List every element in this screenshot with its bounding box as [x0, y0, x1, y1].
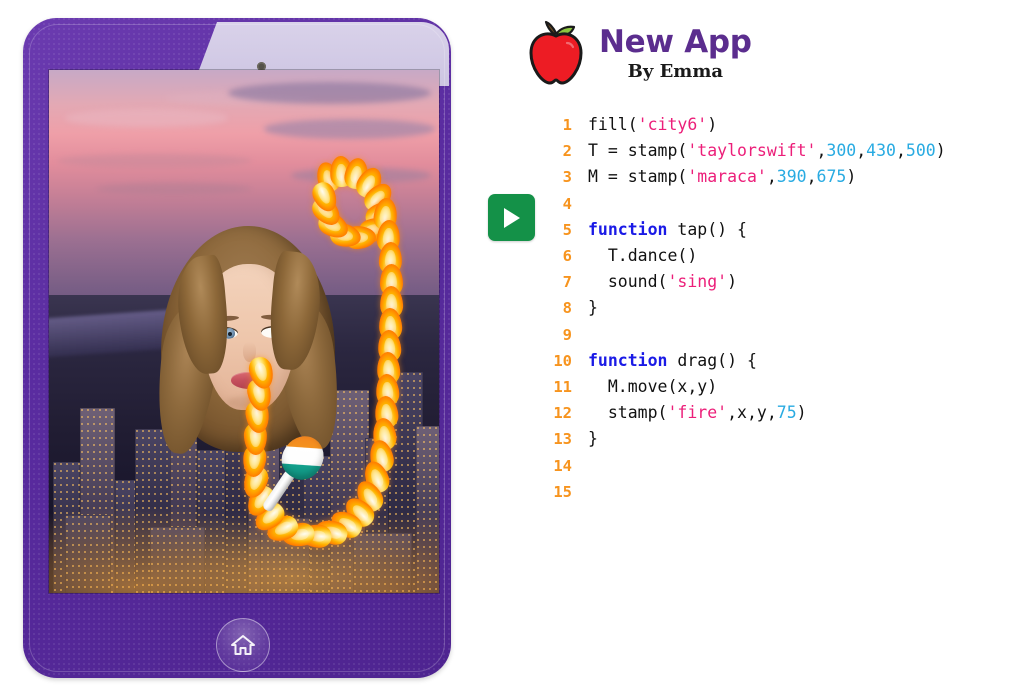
line-number: 6 [562, 247, 572, 266]
line-number: 3 [562, 168, 572, 187]
code-line[interactable]: 3M = stamp('maraca',390,675) [542, 164, 1002, 190]
code-token: function [588, 219, 668, 239]
code-token: M = stamp( [588, 167, 688, 187]
code-line[interactable]: 5 function tap() { [542, 217, 1002, 243]
code-token: 'taylorswift' [687, 141, 817, 161]
app-canvas[interactable] [49, 70, 439, 593]
play-triangle-icon [503, 207, 520, 228]
code-line-text: stamp('fire',x,y,75) [588, 400, 807, 425]
code-line[interactable]: 1 fill('city6') [542, 112, 1002, 138]
code-token: ) [727, 272, 738, 292]
code-token: sound( [588, 272, 668, 292]
code-line[interactable]: 9 [542, 322, 1002, 348]
code-token: , [856, 141, 867, 161]
apple-icon [529, 20, 583, 85]
line-number: 11 [553, 378, 572, 397]
code-token: , [766, 167, 777, 187]
code-token: function [588, 350, 668, 370]
line-number: 2 [562, 142, 572, 161]
code-token: , [895, 141, 906, 161]
tablet-device [23, 18, 451, 678]
code-token: T = stamp( [588, 141, 688, 161]
code-token: 'sing' [667, 272, 728, 292]
line-number: 1 [562, 116, 572, 134]
code-token: 675 [816, 167, 847, 187]
code-line-text: T = stamp('taylorswift',300,430,500) [588, 138, 946, 163]
code-line[interactable]: 11 M.move(x,y) [542, 374, 1002, 400]
code-token: , [816, 141, 827, 161]
home-button[interactable] [216, 618, 270, 672]
code-token: drag() { [667, 350, 757, 370]
line-number: 4 [562, 194, 572, 213]
editor-panel: New App By Emma 1 fill('city6') 2 T = stamp… [470, 0, 1014, 700]
code-line[interactable]: 8} [542, 295, 1002, 321]
code-token: T.dance() [588, 246, 698, 266]
code-token: } [588, 429, 598, 449]
code-line-text: M = stamp('maraca',390,675) [588, 164, 856, 189]
code-line[interactable]: 7 sound('sing') [542, 269, 1002, 295]
code-line[interactable]: 12 stamp('fire',x,y,75) [542, 400, 1002, 426]
app-header-text: New App By Emma [599, 20, 752, 82]
code-line-text: function drag() { [588, 348, 757, 373]
code-line-text: T.dance() [588, 243, 697, 268]
code-line-text: } [588, 295, 598, 320]
line-number: 15 [553, 482, 572, 501]
line-number: 14 [553, 456, 572, 475]
code-token: tap() { [667, 219, 747, 239]
code-editor[interactable]: 1 fill('city6') 2 T = stamp('taylorswift',3… [542, 112, 1002, 505]
code-token: 'city6' [637, 115, 708, 134]
line-number: 7 [562, 273, 572, 292]
code-line-text: M.move(x,y) [588, 374, 717, 399]
code-line[interactable]: 2T = stamp('taylorswift',300,430,500) [542, 138, 1002, 164]
code-token: ) [846, 167, 857, 187]
code-token: fill( [588, 115, 638, 134]
code-token: 'fire' [667, 403, 728, 423]
app-author: By Emma [627, 60, 724, 82]
code-line[interactable]: 4 [542, 191, 1002, 217]
code-token: ) [796, 403, 807, 423]
code-line-text: } [588, 426, 598, 451]
code-line-text: function tap() { [588, 217, 747, 242]
app-header: New App By Emma [525, 20, 752, 86]
page-title: New App [599, 24, 752, 60]
code-token: ) [935, 141, 946, 161]
house-icon [231, 635, 255, 655]
code-line[interactable]: 10 function drag() { [542, 348, 1002, 374]
run-button[interactable] [488, 194, 535, 241]
code-token: stamp( [588, 403, 668, 423]
line-number: 10 [553, 351, 572, 370]
code-token: 300 [826, 141, 857, 161]
code-token: 75 [776, 403, 797, 423]
code-line[interactable]: 13} [542, 426, 1002, 452]
code-token: 500 [905, 141, 936, 161]
code-line-text: fill('city6') [588, 112, 717, 137]
code-token: 430 [866, 141, 896, 161]
code-line[interactable]: 14 [542, 453, 1002, 479]
code-token: 'maraca' [687, 167, 767, 187]
code-line[interactable]: 15 [542, 479, 1002, 505]
line-number: 8 [562, 299, 572, 318]
line-number: 5 [562, 220, 572, 239]
code-token: 390 [776, 167, 807, 187]
code-line-text: sound('sing') [588, 269, 737, 294]
code-token: ,x,y, [727, 403, 777, 423]
code-token: , [806, 167, 817, 187]
code-token: } [588, 298, 598, 318]
code-line[interactable]: 6 T.dance() [542, 243, 1002, 269]
code-token: M.move(x,y) [588, 377, 718, 397]
code-token: ) [707, 115, 718, 134]
line-number: 13 [553, 430, 572, 449]
line-number: 12 [553, 404, 572, 423]
line-number: 9 [562, 325, 572, 344]
